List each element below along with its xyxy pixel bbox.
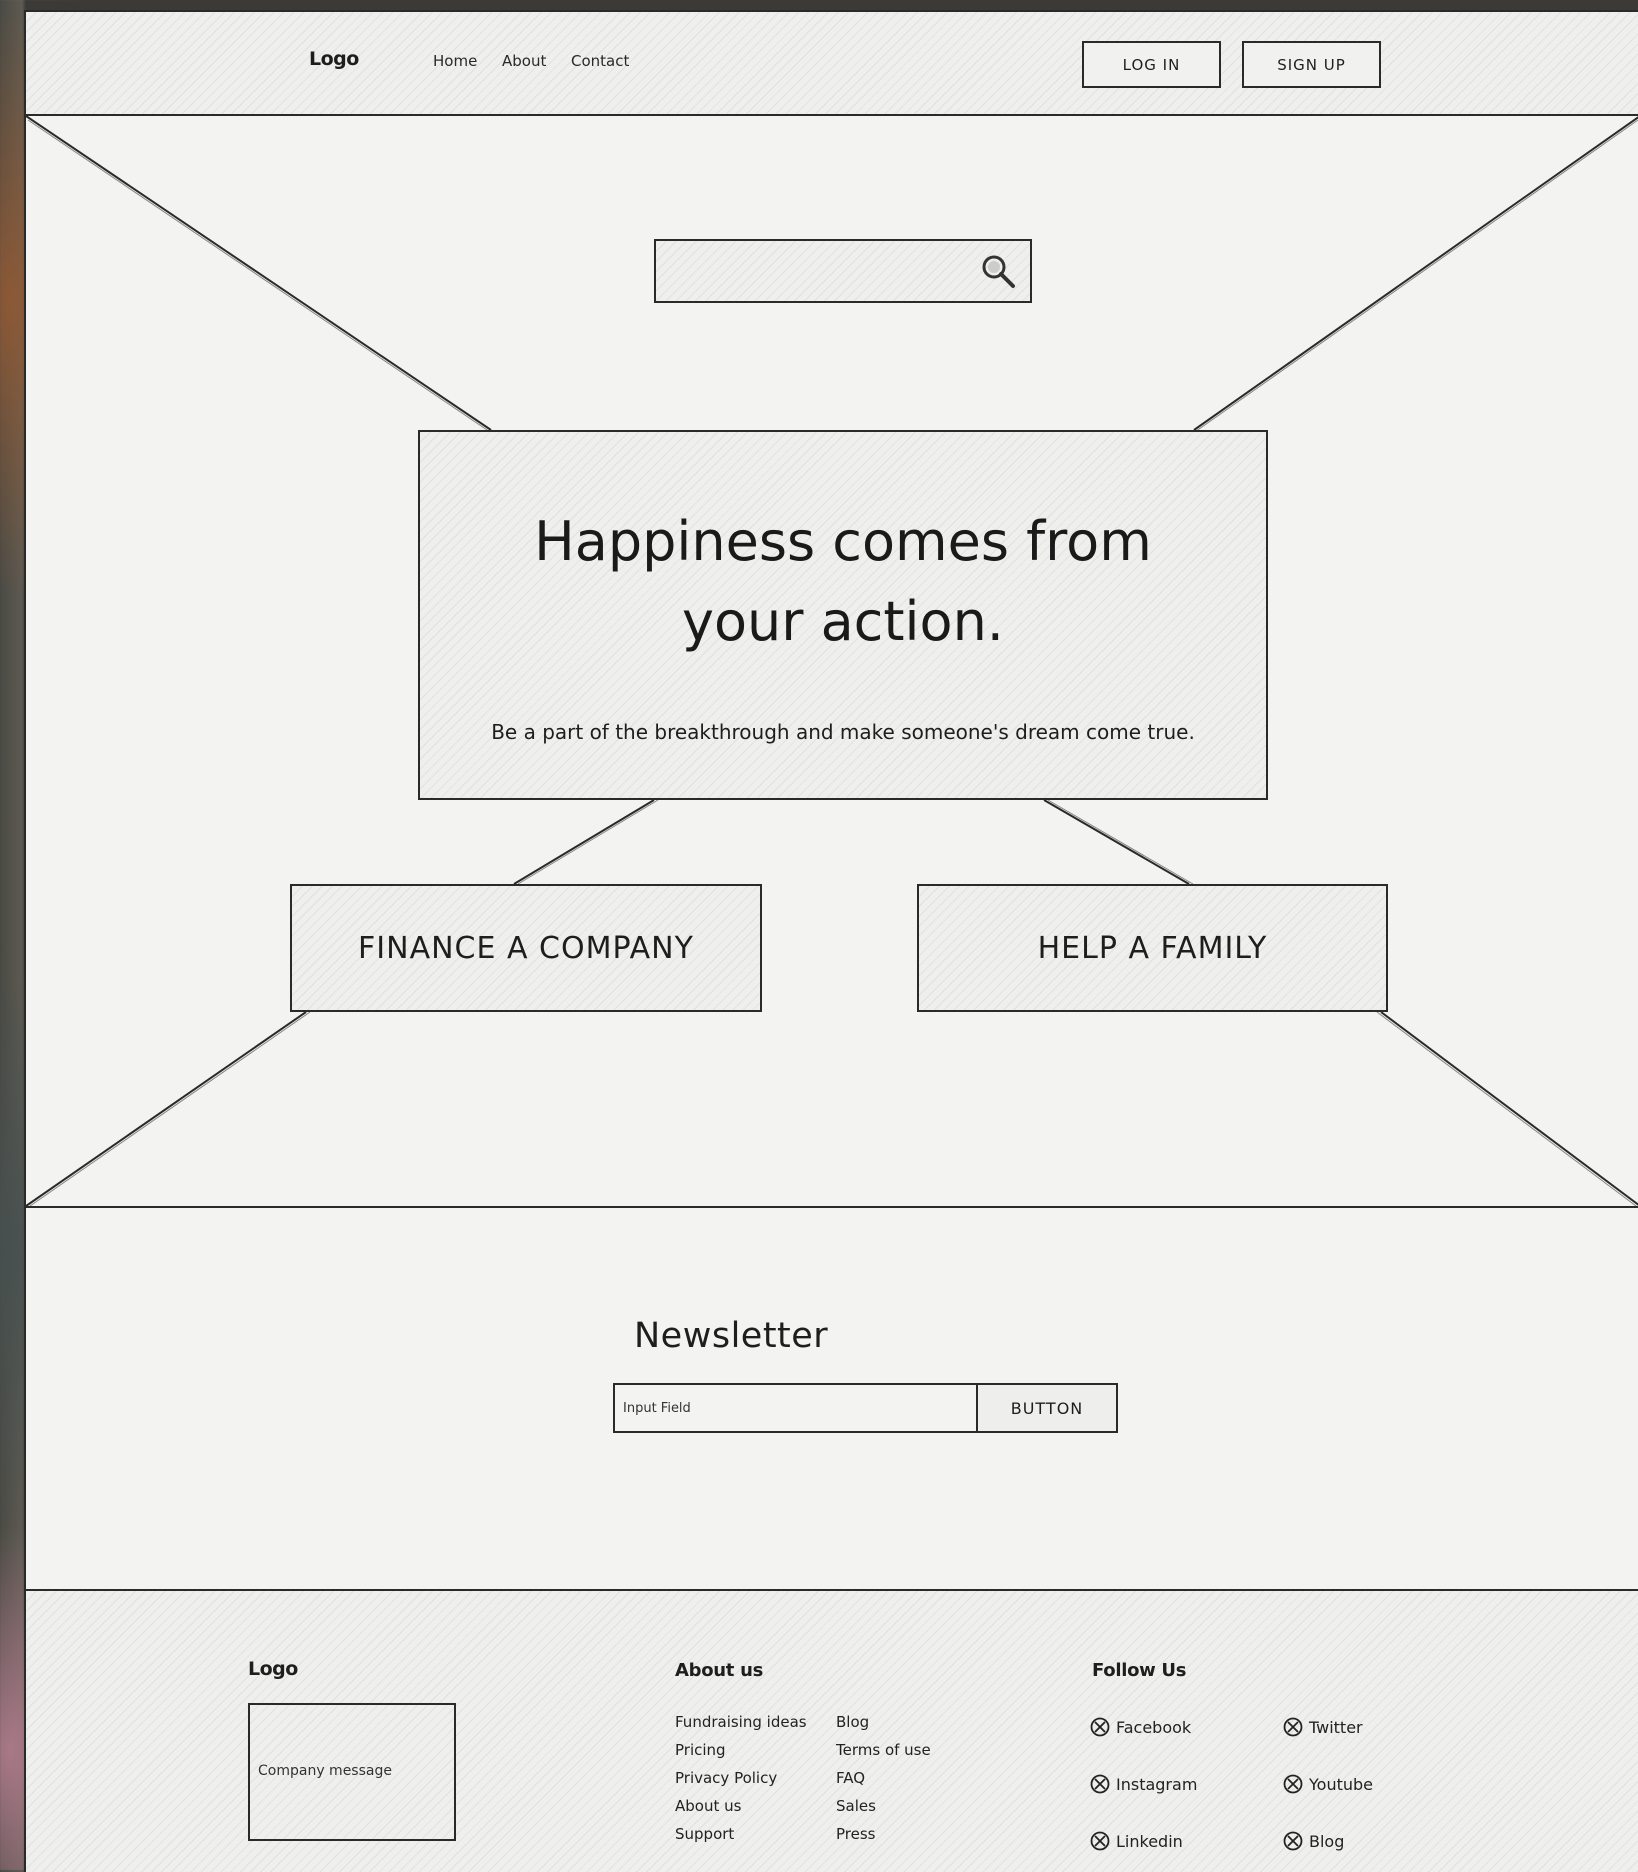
hero-section: Happiness comes from your action. Be a p… <box>26 116 1638 1208</box>
login-button[interactable]: LOG IN <box>1082 41 1221 88</box>
hero-headline: Happiness comes from your action. <box>480 502 1206 662</box>
twitter-icon <box>1283 1717 1303 1737</box>
about-links-col1: Fundraising ideas Pricing Privacy Policy… <box>675 1708 807 1848</box>
placeholder-line <box>26 116 492 431</box>
hero-headline-line2: your action. <box>682 590 1004 653</box>
placeholder-line <box>1193 116 1638 431</box>
footer-link-about[interactable]: About us <box>675 1792 807 1820</box>
social-label: Instagram <box>1116 1774 1198 1794</box>
footer-link-fundraising[interactable]: Fundraising ideas <box>675 1708 807 1736</box>
linkedin-icon <box>1090 1831 1110 1851</box>
hero-message-card: Happiness comes from your action. Be a p… <box>418 430 1268 800</box>
hero-subtext: Be a part of the breakthrough and make s… <box>491 720 1195 744</box>
search-icon[interactable] <box>978 251 1018 291</box>
footer-link-privacy[interactable]: Privacy Policy <box>675 1764 807 1792</box>
instagram-icon <box>1090 1774 1110 1794</box>
follow-us-heading: Follow Us <box>1092 1660 1187 1681</box>
newsletter-form: BUTTON <box>613 1383 1118 1433</box>
search-input[interactable] <box>654 239 1032 303</box>
footer-link-support[interactable]: Support <box>675 1820 807 1848</box>
newsletter-title: Newsletter <box>634 1316 829 1356</box>
about-links-col2: Blog Terms of use FAQ Sales Press <box>836 1708 931 1848</box>
social-blog[interactable]: Blog <box>1283 1831 1344 1851</box>
social-youtube[interactable]: Youtube <box>1283 1774 1373 1794</box>
newsletter-section: Newsletter BUTTON <box>26 1208 1638 1591</box>
social-linkedin[interactable]: Linkedin <box>1090 1831 1183 1851</box>
signup-button[interactable]: SIGN UP <box>1242 41 1381 88</box>
nav-contact[interactable]: Contact <box>571 52 629 70</box>
wireframe-page: Logo Home About Contact LOG IN SIGN UP H… <box>24 10 1638 1872</box>
header: Logo Home About Contact LOG IN SIGN UP <box>26 12 1638 116</box>
nav-home[interactable]: Home <box>433 52 477 70</box>
social-facebook[interactable]: Facebook <box>1090 1717 1191 1737</box>
placeholder-line <box>513 799 655 885</box>
company-message-box: Company message <box>248 1703 456 1841</box>
header-logo[interactable]: Logo <box>309 48 359 70</box>
youtube-icon <box>1283 1774 1303 1794</box>
nav-about[interactable]: About <box>502 52 546 70</box>
about-us-heading: About us <box>675 1660 763 1681</box>
social-instagram[interactable]: Instagram <box>1090 1774 1197 1794</box>
social-label: Twitter <box>1309 1717 1363 1737</box>
facebook-icon <box>1090 1717 1110 1737</box>
blog-icon <box>1283 1831 1303 1851</box>
hero-headline-line1: Happiness comes from <box>534 510 1152 573</box>
placeholder-line <box>1380 1011 1638 1206</box>
footer: Logo Company message About us Fundraisin… <box>26 1591 1638 1872</box>
footer-link-blog[interactable]: Blog <box>836 1708 931 1736</box>
footer-logo[interactable]: Logo <box>248 1658 298 1680</box>
social-label: Linkedin <box>1116 1831 1183 1851</box>
social-label: Blog <box>1309 1831 1345 1851</box>
help-family-button[interactable]: HELP A FAMILY <box>917 884 1388 1012</box>
footer-link-sales[interactable]: Sales <box>836 1792 931 1820</box>
newsletter-submit-button[interactable]: BUTTON <box>978 1385 1116 1431</box>
company-message: Company message <box>258 1763 392 1779</box>
footer-link-pricing[interactable]: Pricing <box>675 1736 807 1764</box>
footer-link-press[interactable]: Press <box>836 1820 931 1848</box>
placeholder-line <box>1043 799 1190 885</box>
social-label: Youtube <box>1309 1774 1373 1794</box>
social-label: Facebook <box>1116 1717 1192 1737</box>
footer-link-faq[interactable]: FAQ <box>836 1764 931 1792</box>
footer-link-terms[interactable]: Terms of use <box>836 1736 931 1764</box>
newsletter-email-input[interactable] <box>615 1385 978 1431</box>
placeholder-line <box>26 1011 307 1207</box>
social-twitter[interactable]: Twitter <box>1283 1717 1363 1737</box>
finance-company-button[interactable]: FINANCE A COMPANY <box>290 884 762 1012</box>
